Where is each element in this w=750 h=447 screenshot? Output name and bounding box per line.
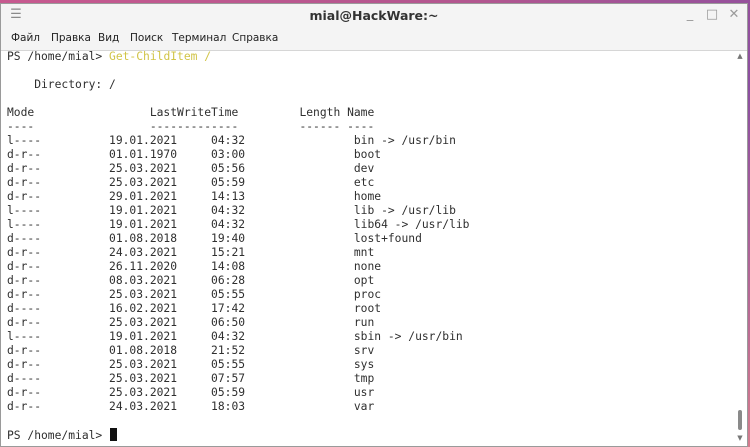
prompt-text: PS /home/mial> [7, 50, 110, 63]
title-bar[interactable]: ☰ mial@HackWare:~ _ □ ✕ [1, 4, 747, 28]
listing-row: d-r-- 25.03.2021 06:50 run [7, 316, 375, 329]
listing-row: d-r-- 08.03.2021 06:28 opt [7, 274, 375, 287]
listing-row: d---- 16.02.2021 17:42 root [7, 302, 382, 315]
listing-row: d-r-- 01.01.1970 03:00 boot [7, 148, 382, 161]
minimize-icon[interactable]: _ [682, 7, 698, 23]
listing-row: d-r-- 26.11.2020 14:08 none [7, 260, 382, 273]
listing-row: d-r-- 29.01.2021 14:13 home [7, 190, 382, 203]
final-prompt-text: PS /home/mial> [7, 429, 110, 442]
vertical-scrollbar[interactable]: ▲ ▼ [735, 50, 745, 444]
listing-row: d-r-- 25.03.2021 05:56 dev [7, 162, 375, 175]
menu-search[interactable]: Поиск [130, 32, 163, 44]
listing-row: d-r-- 01.08.2018 21:52 srv [7, 344, 375, 357]
column-underline: ---- ------------- ------ ---- [7, 120, 375, 133]
text-cursor [110, 428, 118, 441]
listing-row: l---- 19.01.2021 04:32 bin -> /usr/bin [7, 134, 456, 147]
listing-row: d-r-- 25.03.2021 05:59 usr [7, 386, 375, 399]
final-prompt-line: PS /home/mial> [7, 428, 118, 442]
menu-edit[interactable]: Правка [51, 32, 91, 44]
listing-row: d-r-- 25.03.2021 05:59 etc [7, 176, 375, 189]
menu-bar: Файл Правка Вид Поиск Терминал Справка [1, 28, 747, 51]
menu-terminal[interactable]: Терминал [172, 32, 226, 44]
column-header: Mode LastWriteTime Length Name [7, 106, 375, 119]
scroll-up-icon[interactable]: ▲ [736, 52, 744, 60]
scrollbar-thumb[interactable] [738, 410, 742, 430]
menu-view[interactable]: Вид [98, 32, 119, 44]
scroll-down-icon[interactable]: ▼ [736, 434, 744, 442]
menu-file[interactable]: Файл [11, 32, 40, 44]
listing-row: l---- 19.01.2021 04:32 sbin -> /usr/bin [7, 330, 463, 343]
terminal-window: ☰ mial@HackWare:~ _ □ ✕ Файл Правка Вид … [0, 3, 748, 447]
prompt-line: PS /home/mial> Get-ChildItem / [7, 50, 211, 64]
maximize-icon[interactable]: □ [704, 7, 720, 23]
listing-row: d-r-- 25.03.2021 05:55 proc [7, 288, 382, 301]
close-icon[interactable]: ✕ [726, 7, 742, 23]
command-text: Get-ChildItem / [109, 50, 212, 63]
listing-row: d-r-- 25.03.2021 05:55 sys [7, 358, 375, 371]
listing-row: l---- 19.01.2021 04:32 lib -> /usr/lib [7, 204, 456, 217]
terminal-output[interactable]: PS /home/mial> Get-ChildItem / Directory… [7, 50, 725, 446]
listing-row: d-r-- 24.03.2021 15:21 mnt [7, 246, 375, 259]
listing-row: d-r-- 24.03.2021 18:03 var [7, 400, 375, 413]
menu-help[interactable]: Справка [232, 32, 278, 44]
window-title: mial@HackWare:~ [309, 8, 439, 23]
listing-row: l---- 19.01.2021 04:32 lib64 -> /usr/lib [7, 218, 470, 231]
listing-row: d---- 25.03.2021 07:57 tmp [7, 372, 375, 385]
listing-row: d---- 01.08.2018 19:40 lost+found [7, 232, 422, 245]
directory-line: Directory: / [7, 78, 116, 91]
